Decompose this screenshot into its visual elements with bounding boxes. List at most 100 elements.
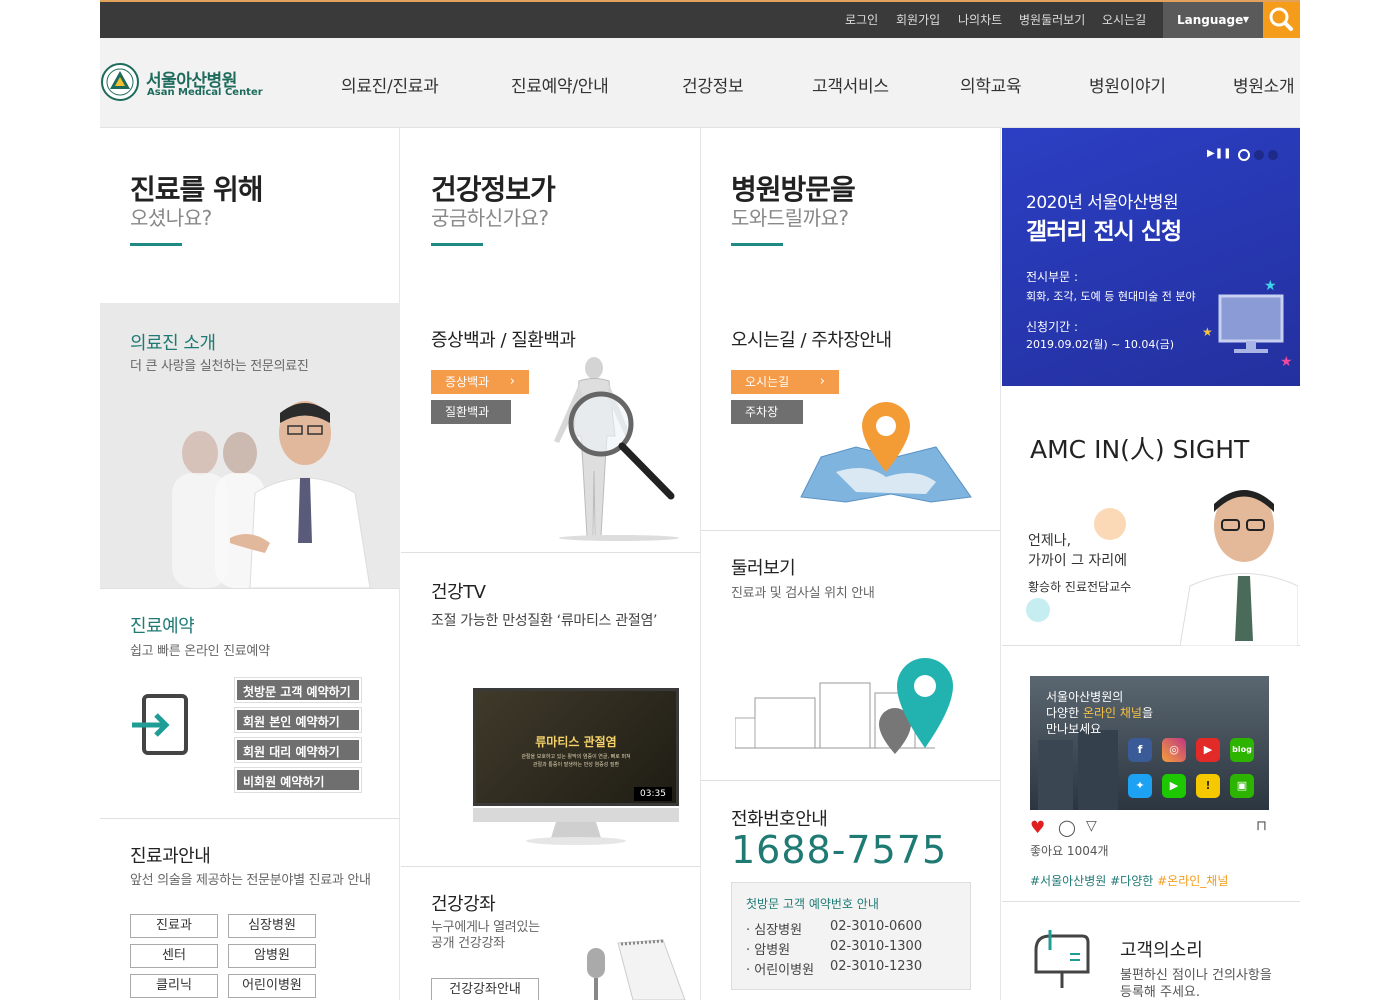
proxy-reservation-button[interactable]: 회원 대리 예약하기 (234, 737, 362, 763)
signup-link[interactable]: 회원가입 (896, 2, 940, 38)
heart-icon[interactable]: ♥ (1030, 818, 1045, 838)
search-icon (1269, 7, 1293, 31)
blog-icon[interactable]: blog (1230, 738, 1254, 762)
insta-line-2a: 다양한 (1046, 706, 1083, 720)
heart-phone-row: · 심장병원 02-3010-0600 (746, 919, 922, 938)
kakao-icon[interactable]: ! (1196, 774, 1220, 798)
divider (100, 588, 400, 589)
heart-hospital-button[interactable]: 심장병원 (228, 914, 316, 938)
slide-dot[interactable] (1268, 150, 1278, 160)
video-duration: 03:35 (634, 787, 672, 801)
column-hospital-visit: 병원방문을 도와드릴까요? 오시는길 / 주차장안내 오시는길 주차장 둘러보기… (701, 128, 1001, 1000)
tour-title: 둘러보기 (731, 558, 796, 579)
directions-link[interactable]: 오시는길 (1102, 2, 1146, 38)
nav-health-info[interactable]: 건강정보 (682, 72, 744, 97)
gallery-banner[interactable]: ▶❚❚ 2020년 서울아산병원 갤러리 전시 신청 전시부문 : 회화, 조각… (1002, 128, 1300, 386)
video-caption-1: 관절을 보호하고 있는 활막의 염증이 연골, 뼈로 퍼져 (521, 754, 631, 760)
symptom-encyclopedia-button[interactable]: 증상백과 (431, 370, 529, 394)
share-icon[interactable]: ▽ (1086, 818, 1097, 834)
insight-card[interactable]: AMC IN(人) SIGHT 언제나, 가까이 그 자리에 황승하 진료전담교… (1002, 386, 1300, 646)
divider (401, 866, 701, 867)
logo[interactable]: 서울아산병원 Asan Medical Center (100, 62, 263, 106)
banner-title-small: 2020년 서울아산병원 (1026, 193, 1179, 213)
column-visit-care: 진료를 위해 오셨나요? 의료진 소개 더 큰 사랑을 실천하는 전문의료진 진… (100, 128, 400, 1000)
asan-emblem-icon (101, 63, 139, 101)
bookmark-icon[interactable]: ⊓ (1256, 818, 1267, 834)
search-button[interactable] (1263, 2, 1300, 38)
my-chart-link[interactable]: 나의차트 (958, 2, 1002, 38)
divider (701, 780, 1001, 781)
parking-button[interactable]: 주차장 (731, 400, 803, 424)
instagram-image[interactable]: 서울아산병원의 다양한 온라인 채널을 만나보세요 f ◎ ▶ blog ✦ ▶… (1030, 676, 1269, 810)
first-visit-reservation-button[interactable]: 첫방문 고객 예약하기 (234, 677, 362, 703)
dept-button[interactable]: 진료과 (130, 914, 218, 938)
lecture-desc-2: 공개 건강강좌 (431, 936, 505, 951)
slide-dot[interactable] (1254, 150, 1264, 160)
divider (100, 818, 400, 819)
member-reservation-button[interactable]: 회원 본인 예약하기 (234, 707, 362, 733)
top-utility-bar: 로그인 회원가입 나의차트 병원둘러보기 오시는길 Language ▼ (100, 0, 1300, 38)
insta-tags-b[interactable]: #온라인_채널 (1157, 874, 1228, 888)
login-link[interactable]: 로그인 (845, 2, 878, 38)
insta-line-3: 만나보세요 (1046, 722, 1102, 736)
phone-box-title: 첫방문 고객 예약번호 안내 (746, 897, 879, 911)
accent-bar (431, 243, 483, 246)
video-title: 류마티스 관절염 (535, 735, 617, 749)
instagram-icon[interactable]: ◎ (1162, 738, 1186, 762)
cancer-phone-row: · 암병원 02-3010-1300 (746, 939, 922, 958)
banner-value-2: 2019.09.02(월) ~ 10.04(금) (1026, 338, 1175, 351)
caret-down-icon: ▼ (1242, 15, 1249, 24)
instagram-card: 서울아산병원의 다양한 온라인 채널을 만나보세요 f ◎ ▶ blog ✦ ▶… (1002, 646, 1300, 902)
insta-highlight: 온라인 채널 (1082, 706, 1142, 720)
twitter-icon[interactable]: ✦ (1128, 774, 1152, 798)
nav-hospital-story[interactable]: 병원이야기 (1089, 72, 1166, 97)
nav-customer-service[interactable]: 고객서비스 (812, 72, 889, 97)
insta-tags-a[interactable]: #서울아산병원 #다양한 (1030, 874, 1157, 888)
health-tv-video[interactable]: 류마티스 관절염 관절을 보호하고 있는 활막의 염증이 연골, 뼈로 퍼져 관… (473, 688, 679, 806)
voice-desc-2: 등록해 주세요. (1120, 985, 1201, 1000)
column-right: ▶❚❚ 2020년 서울아산병원 갤러리 전시 신청 전시부문 : 회화, 조각… (1002, 128, 1300, 1000)
customer-voice-card[interactable]: 고객의소리 불편하신 점이나 건의사항을 등록해 주세요. (1002, 902, 1300, 1000)
language-label: Language (1177, 13, 1244, 27)
map-pin-image (800, 402, 972, 503)
divider (401, 552, 701, 553)
tour-desc: 진료과 및 검사실 위치 안내 (731, 586, 875, 601)
naver-tv-icon[interactable]: ▶ (1162, 774, 1186, 798)
logo-english: Asan Medical Center (147, 87, 263, 98)
directions-title: 오시는길 / 주차장안내 (731, 330, 892, 351)
comment-icon[interactable]: ◯ (1058, 818, 1076, 837)
play-pause-icon[interactable]: ▶❚❚ (1207, 148, 1231, 159)
clinic-button[interactable]: 클리닉 (130, 974, 218, 998)
health-tv-title: 건강TV (431, 582, 486, 603)
banner-label-1: 전시부문 : (1026, 270, 1079, 284)
main-phone-number[interactable]: 1688-7575 (731, 828, 947, 872)
voice-title: 고객의소리 (1120, 940, 1203, 961)
insta-line-2c: 을 (1141, 706, 1153, 720)
accent-bar (130, 243, 182, 246)
non-member-reservation-button[interactable]: 비회원 예약하기 (234, 767, 362, 793)
banner-value-1: 회화, 조각, 도예 등 현대미술 전 분야 (1026, 290, 1196, 303)
youtube-icon[interactable]: ▶ (1196, 738, 1220, 762)
cancer-hospital-button[interactable]: 암병원 (228, 944, 316, 968)
hospital-night-photo (1038, 730, 1118, 810)
nav-medical-education[interactable]: 의학교육 (960, 72, 1022, 97)
doctors-card[interactable]: 의료진 소개 더 큰 사랑을 실천하는 전문의료진 (100, 303, 400, 588)
children-hospital-button[interactable]: 어린이병원 (228, 974, 316, 998)
nav-reservation[interactable]: 진료예약/안내 (511, 72, 609, 97)
col1-subtitle: 오셨나요? (130, 206, 212, 230)
children-phone-row: · 어린이병원 02-3010-1230 (746, 959, 922, 978)
hospital-tour-link[interactable]: 병원둘러보기 (1019, 2, 1085, 38)
language-select[interactable]: Language ▼ (1163, 2, 1263, 38)
health-tv-desc: 조절 가능한 만성질환 ‘류마티스 관절염’ (431, 613, 658, 629)
facebook-icon[interactable]: f (1128, 738, 1152, 762)
center-button[interactable]: 센터 (130, 944, 218, 968)
slide-dot-active[interactable] (1238, 149, 1250, 161)
lecture-info-button[interactable]: 건강강좌안내 (431, 978, 539, 1000)
main-header: 서울아산병원 Asan Medical Center 의료진/진료과 진료예약/… (100, 38, 1300, 128)
accent-bar (731, 243, 783, 246)
post-icon[interactable]: ▣ (1230, 774, 1254, 798)
nav-about[interactable]: 병원소개 (1233, 72, 1295, 97)
directions-button[interactable]: 오시는길 (731, 370, 839, 394)
nav-doctors-depts[interactable]: 의료진/진료과 (341, 72, 439, 97)
disease-encyclopedia-button[interactable]: 질환백과 (431, 400, 511, 424)
